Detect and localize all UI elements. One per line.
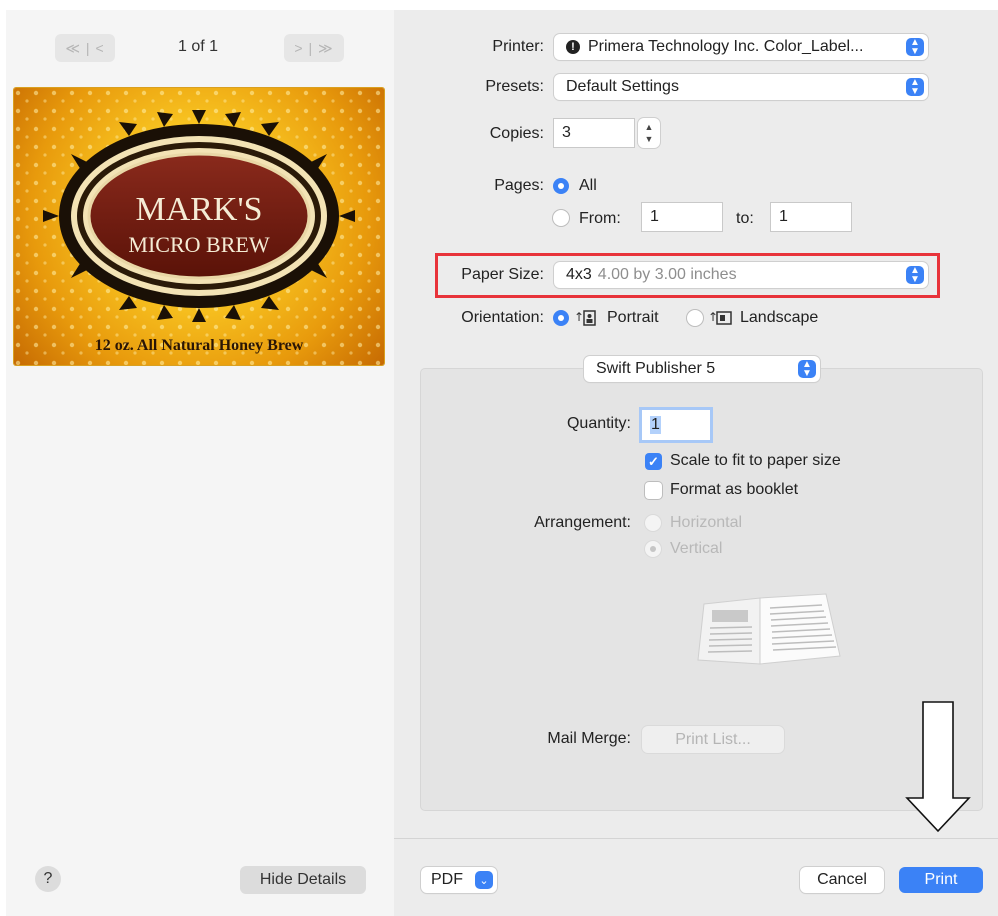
quantity-label: Quantity:: [566, 415, 631, 432]
format-booklet-label: Format as booklet: [670, 481, 799, 498]
mail-merge-label: Mail Merge:: [547, 730, 631, 747]
portrait-icon: ↑: [574, 310, 596, 326]
pages-all-label: All: [579, 177, 597, 194]
portrait-radio[interactable]: [553, 310, 569, 326]
horizontal-radio[interactable]: [645, 515, 661, 531]
help-icon: ?: [43, 870, 53, 887]
chevron-down-icon: ⌄: [475, 871, 493, 889]
landscape-icon: ↑: [708, 310, 732, 325]
label-artwork: MARK'S MICRO BREW: [14, 88, 384, 365]
popup-arrows-icon: ▲ ▼: [906, 78, 924, 97]
hide-details-button[interactable]: Hide Details: [240, 866, 366, 894]
presets-label: Presets:: [485, 78, 544, 95]
vertical-radio[interactable]: [645, 541, 661, 557]
page-counter: 1 of 1: [178, 38, 219, 55]
print-button[interactable]: Print: [899, 867, 983, 893]
printer-value: Primera Technology Inc. Color_Label...: [588, 38, 864, 55]
vertical-label: Vertical: [670, 540, 723, 557]
next-last-page-button[interactable]: > | ≫: [284, 34, 344, 62]
printer-status-icon: !: [566, 40, 580, 54]
presets-popup[interactable]: Default Settings ▲ ▼: [554, 74, 928, 100]
label-footer-text: 12 oz. All Natural Honey Brew: [94, 337, 304, 354]
cancel-button[interactable]: Cancel: [800, 867, 884, 893]
down-arrow-annotation: [905, 701, 971, 833]
label-title-line1: MARK'S: [135, 191, 262, 228]
pages-from-radio[interactable]: [553, 210, 569, 226]
printer-label: Printer:: [492, 38, 544, 55]
print-list-button[interactable]: Print List...: [642, 726, 784, 753]
svg-text:↑: ↑: [574, 310, 584, 324]
label-preview-image: MARK'S MICRO BREW 12 oz. All Natural Hon…: [14, 88, 384, 365]
horizontal-label: Horizontal: [670, 514, 743, 531]
quantity-value: 1: [650, 416, 661, 434]
copies-label: Copies:: [489, 125, 544, 142]
portrait-label: Portrait: [607, 309, 659, 326]
first-prev-page-button[interactable]: ≪ | <: [55, 34, 115, 62]
copies-stepper[interactable]: ▲ ▼: [638, 118, 660, 148]
popup-arrows-icon: ▲ ▼: [906, 38, 924, 57]
footer-divider: [394, 838, 998, 839]
presets-value: Default Settings: [566, 78, 679, 95]
label-title-line2: MICRO BREW: [128, 232, 269, 257]
pdf-label: PDF: [431, 871, 463, 888]
format-booklet-checkbox[interactable]: [645, 482, 662, 499]
pages-from-label: From:: [579, 210, 621, 227]
next-last-icon: > | ≫: [294, 39, 334, 56]
help-button[interactable]: ?: [35, 866, 61, 892]
pages-label: Pages:: [494, 177, 544, 194]
pdf-menu-button[interactable]: PDF ⌄: [421, 867, 497, 893]
booklet-illustration: [697, 593, 841, 665]
landscape-radio[interactable]: [687, 310, 703, 326]
printer-popup[interactable]: ! Primera Technology Inc. Color_Label...…: [554, 34, 928, 60]
section-popup[interactable]: Swift Publisher 5 ▲ ▼: [584, 356, 820, 382]
copies-field[interactable]: 3: [554, 119, 634, 147]
arrangement-label: Arrangement:: [534, 514, 631, 531]
scale-to-fit-checkbox[interactable]: ✓: [645, 453, 662, 470]
pages-from-field[interactable]: 1: [642, 203, 722, 231]
highlight-box: [435, 253, 940, 298]
pages-all-radio[interactable]: [553, 178, 569, 194]
section-popup-value: Swift Publisher 5: [596, 360, 716, 377]
first-prev-icon: ≪ | <: [65, 39, 105, 56]
popup-arrows-icon: ▲ ▼: [798, 360, 816, 379]
pages-to-label: to:: [736, 210, 754, 227]
scale-to-fit-label: Scale to fit to paper size: [670, 452, 841, 469]
pages-to-field[interactable]: 1: [771, 203, 851, 231]
landscape-label: Landscape: [740, 309, 819, 326]
quantity-field[interactable]: 1: [642, 410, 710, 440]
orientation-label: Orientation:: [461, 309, 544, 326]
